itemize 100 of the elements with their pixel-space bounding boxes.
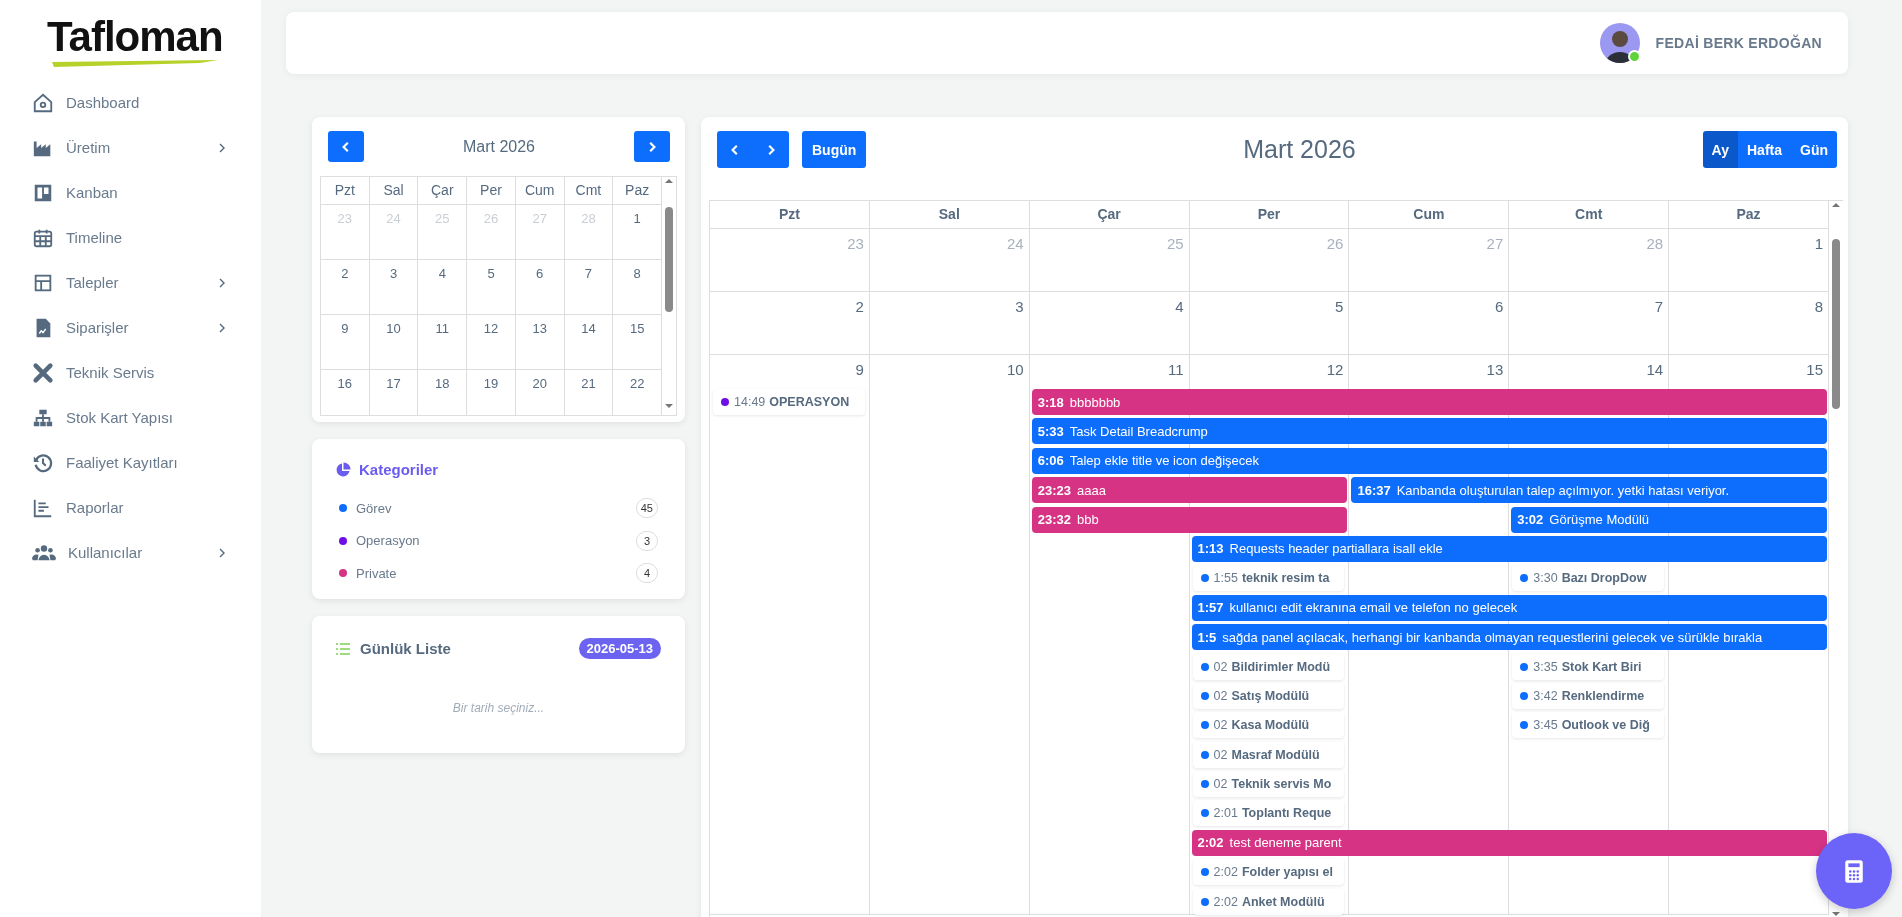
day-number[interactable]: 1 <box>1814 235 1823 252</box>
menu-item[interactable]: Üretim <box>0 125 261 170</box>
event-item[interactable]: 3:30 Bazı DropDow <box>1512 565 1665 592</box>
event-bar[interactable]: 3:18 bbbbbbb <box>1031 389 1827 415</box>
previous-month-button[interactable] <box>328 131 364 162</box>
menu-item[interactable]: Kanban <box>0 170 261 215</box>
menu-item[interactable]: Siparişler <box>0 305 261 350</box>
day-number[interactable]: 5 <box>487 266 495 281</box>
event-bar[interactable]: 23:32 bbb <box>1031 506 1348 533</box>
weekday-header: Per <box>467 177 516 205</box>
view-tab[interactable]: Ay <box>1702 131 1738 168</box>
list-icon <box>336 642 350 655</box>
event-item[interactable]: 3:35 Stok Kart Biri <box>1512 653 1665 680</box>
day-number[interactable]: 6 <box>536 266 544 281</box>
day-number[interactable]: 5 <box>1335 298 1344 315</box>
day-number[interactable]: 7 <box>584 266 593 281</box>
menu-item[interactable]: Teknik Servis <box>0 350 261 395</box>
day-number[interactable]: 2 <box>341 266 349 281</box>
day-number[interactable]: 7 <box>1654 298 1664 315</box>
menu-item[interactable]: Talepler <box>0 260 261 305</box>
event-bar[interactable]: 6:06 Talep ekle title ve icon değişecek <box>1031 447 1827 474</box>
day-number[interactable]: 19 <box>483 376 499 391</box>
category-label[interactable]: Private <box>356 565 636 581</box>
day-number[interactable]: 14 <box>581 321 596 336</box>
event-item[interactable]: 02 Satış Modülü <box>1192 682 1345 709</box>
weekday-header: Paz <box>613 177 662 205</box>
day-number[interactable]: 12 <box>483 321 499 336</box>
chevron-right-icon <box>765 143 777 156</box>
category-label[interactable]: Operasyon <box>356 533 636 549</box>
weekday-header: Cum <box>1349 201 1510 229</box>
event-item[interactable]: 1:55 teknik resim ta <box>1192 565 1345 592</box>
menu-item[interactable]: Dashboard <box>0 80 261 125</box>
view-tab[interactable]: Gün <box>1791 131 1837 168</box>
event-item[interactable]: 2:02 Folder yapısı el <box>1192 859 1345 886</box>
month-title: Mart 2026 <box>462 137 535 156</box>
day-number[interactable]: 8 <box>1814 298 1823 315</box>
day-number[interactable]: 12 <box>1326 361 1344 378</box>
day-number[interactable]: 1 <box>633 211 641 226</box>
today-button[interactable]: Bugün <box>802 131 867 168</box>
event-item[interactable]: 3:42 Renklendirme <box>1512 682 1665 709</box>
day-number[interactable]: 3 <box>389 266 398 281</box>
day-number[interactable]: 11 <box>435 321 450 336</box>
day-number[interactable]: 11 <box>1168 361 1184 378</box>
day-number[interactable]: 20 <box>532 376 547 391</box>
day-number[interactable]: 2 <box>855 298 864 315</box>
day-number[interactable]: 16 <box>337 376 353 391</box>
chevron-right-icon <box>646 140 658 153</box>
day-number[interactable]: 13 <box>1486 361 1504 378</box>
event-bar[interactable]: 1:13 Requests header partiallara isall ekle <box>1191 535 1827 562</box>
day-number[interactable]: 17 <box>386 376 401 391</box>
event-item[interactable]: 2:01 Toplantı Reque <box>1192 800 1345 827</box>
day-number[interactable]: 10 <box>386 321 401 336</box>
menu-item[interactable]: Timeline <box>0 215 261 260</box>
avatar[interactable] <box>1599 23 1640 63</box>
event-bar[interactable]: 5:33 Task Detail Breadcrump <box>1031 418 1827 445</box>
event-bar[interactable]: 3:02 Görüşme Modülü <box>1511 506 1827 533</box>
empty-message: Bir tarih seçiniz... <box>451 701 546 715</box>
menu-item[interactable]: Stok Kart Yapısı <box>0 395 261 440</box>
event-item[interactable]: 02 Masraf Modülü <box>1192 741 1345 768</box>
view-tab[interactable]: Hafta <box>1738 131 1791 168</box>
event-bar[interactable]: 16:37 Kanbanda oluşturulan talep açılmıyor. yetki hatası veriyor. <box>1351 477 1827 504</box>
day-number[interactable]: 14 <box>1646 361 1664 378</box>
day-number[interactable]: 18 <box>435 376 450 391</box>
day-number[interactable]: 9 <box>855 361 864 378</box>
day-number[interactable]: 15 <box>1806 361 1823 378</box>
menu-item[interactable]: Raporlar <box>0 485 261 530</box>
day-number[interactable]: 10 <box>1007 361 1024 378</box>
weekday-header: Sal <box>869 201 1030 229</box>
day-number[interactable]: 21 <box>581 376 596 391</box>
event-bar[interactable]: 2:02 test deneme parent <box>1191 829 1827 856</box>
event-bar[interactable]: 1:5 sağda panel açılacak, herhangi bir kanbanda olmayan requestlerini gelecek ve sürükle bırakla <box>1191 624 1827 651</box>
weekday-header: Pzt <box>710 201 870 229</box>
previous-button[interactable] <box>717 131 753 168</box>
event-item[interactable]: 3:45 Outlook ve Diğ <box>1512 712 1665 739</box>
user-name[interactable]: FEDAİ BERK ERDOĞAN <box>1655 35 1822 51</box>
day-number[interactable]: 4 <box>438 266 446 281</box>
home-icon <box>32 91 54 114</box>
menu-item[interactable]: Faaliyet Kayıtları <box>0 440 261 485</box>
next-month-button[interactable] <box>634 131 670 162</box>
event-item[interactable]: 02 Kasa Modülü <box>1192 712 1345 739</box>
weekday-header: Per <box>1189 201 1350 229</box>
day-number[interactable]: 3 <box>1015 298 1024 315</box>
day-number[interactable]: 8 <box>633 266 641 281</box>
category-label[interactable]: Görev <box>356 500 636 516</box>
scrollbar[interactable] <box>1829 201 1843 917</box>
next-button[interactable] <box>753 131 789 168</box>
calculator-button[interactable] <box>1816 833 1892 909</box>
event-item[interactable]: 02 Bildirimler Modü <box>1192 653 1345 680</box>
event-item[interactable]: 2:02 Anket Modülü <box>1192 888 1345 915</box>
day-number[interactable]: 15 <box>629 321 645 336</box>
day-number[interactable]: 22 <box>629 376 645 391</box>
event-item[interactable]: 02 Teknik servis Mo <box>1192 771 1345 798</box>
menu-item[interactable]: Kullanıcılar <box>0 530 261 575</box>
day-number[interactable]: 4 <box>1175 298 1184 315</box>
event-bar[interactable]: 1:57 kullanıcı edit ekranına email ve telefon no gelecek <box>1191 594 1827 621</box>
event-item[interactable]: 14:49 OPERASYON <box>713 389 865 415</box>
day-number[interactable]: 13 <box>532 321 547 336</box>
day-number[interactable]: 9 <box>341 321 349 336</box>
event-bar[interactable]: 23:23 aaaa <box>1031 477 1348 504</box>
day-number[interactable]: 6 <box>1494 298 1504 315</box>
